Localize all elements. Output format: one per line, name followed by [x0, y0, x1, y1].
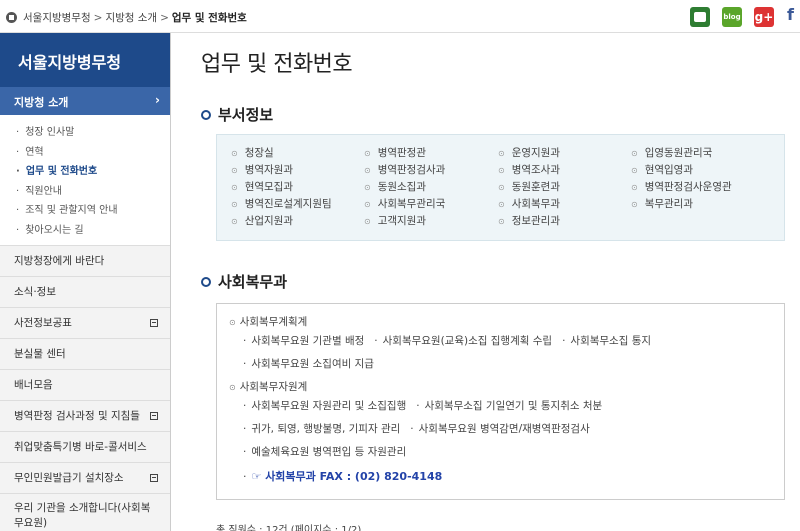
menu-label: 취업맞춤특기병 바로-콜서비스: [14, 441, 147, 453]
bullet-ring-icon: [201, 109, 211, 120]
department-link[interactable]: 동원훈련과: [498, 179, 560, 194]
department-list: 청장실 병역판정관 운영지원과 입영동원관리국 병역자원과 병역판정검사과 병역…: [216, 134, 785, 241]
department-link[interactable]: 사회복무과: [498, 196, 560, 211]
department-link[interactable]: 병역진로설계지원팀: [231, 196, 332, 211]
department-link[interactable]: 운영지원과: [498, 145, 560, 160]
breadcrumb-item-intro[interactable]: 지방청 소개: [105, 10, 157, 25]
breadcrumb-separator: >: [93, 11, 103, 24]
breadcrumb: 서울지방병무청 > 지방청 소개 > 업무 및 전화번호: [6, 10, 247, 25]
top-bar: 서울지방병무청 > 지방청 소개 > 업무 및 전화번호 blog g+ f: [0, 0, 800, 33]
section-title-social-service: 사회복무과: [201, 271, 287, 292]
menu-label: 사전정보공표: [14, 317, 72, 329]
duty-item: 귀가, 퇴영, 행방불명, 기피자 관리: [243, 423, 400, 435]
department-link[interactable]: 산업지원과: [231, 213, 293, 228]
submenu-item-current[interactable]: 업무 및 전화번호: [16, 162, 170, 182]
sidebar: 서울지방병무청 지방청 소개 › 청장 인사말 연혁 업무 및 전화번호 직원안…: [0, 33, 171, 531]
menu-label: 분실물 센터: [14, 348, 66, 360]
duty-item: 사회복무요원(교육)소집 집행계획 수립: [374, 335, 552, 347]
department-link[interactable]: 동원소집과: [364, 179, 426, 194]
page-title: 업무 및 전화번호: [201, 52, 353, 77]
section-title-departments: 부서정보: [201, 104, 273, 125]
sidebar-item-active[interactable]: 지방청 소개 ›: [0, 87, 170, 115]
expand-icon[interactable]: [150, 474, 158, 482]
fax-text: ☞ 사회복무과 FAX : (02) 820-4148: [251, 470, 443, 483]
duty-line: 예술체육요원 병역편입 등 자원관리: [243, 444, 416, 459]
duty-item: 사회복무소집 기일연기 및 통지취소 처분: [416, 400, 602, 412]
bullet-ring-icon: [201, 276, 211, 287]
menu-label: 병역판정 검사과정 및 지침들: [14, 410, 140, 422]
google-plus-icon[interactable]: g+: [754, 7, 774, 27]
menu-label: 배너모음: [14, 379, 53, 391]
duty-line: 사회복무요원 기관별 배정 사회복무요원(교육)소집 집행계획 수립 사회복무소집 …: [243, 333, 661, 348]
sidebar-menu-item[interactable]: 배너모음: [0, 369, 170, 400]
duty-info-box: 사회복무계획계 사회복무요원 기관별 배정 사회복무요원(교육)소집 집행계획 수…: [216, 303, 785, 500]
submenu-item[interactable]: 직원안내: [16, 182, 170, 202]
department-link[interactable]: 사회복무관리국: [364, 196, 446, 211]
duty-line: 귀가, 퇴영, 행방불명, 기피자 관리 사회복무요원 병역감면/재병역판정검사: [243, 421, 600, 436]
chevron-right-icon: ›: [155, 93, 160, 107]
sidebar-title: 서울지방병무청: [0, 33, 170, 87]
submenu-item[interactable]: 청장 인사말: [16, 123, 170, 143]
sidebar-menu-item[interactable]: 사전정보공표: [0, 307, 170, 338]
duty-line: 사회복무요원 소집여비 지급: [243, 356, 384, 371]
department-link[interactable]: 병역판정관: [364, 145, 426, 160]
department-link[interactable]: 병역판정검사과: [364, 162, 446, 177]
home-icon[interactable]: [6, 12, 17, 23]
facebook-icon[interactable]: f: [787, 5, 800, 25]
sidebar-menu-item[interactable]: 우리 기관을 소개합니다(사회복무요원): [0, 493, 170, 531]
expand-icon[interactable]: [150, 412, 158, 420]
department-link[interactable]: 복무관리과: [631, 196, 693, 211]
fax-number: · ☞ 사회복무과 FAX : (02) 820-4148: [243, 468, 442, 484]
duty-item: 사회복무요원 자원관리 및 소집집행: [243, 400, 406, 412]
sidebar-menu-item[interactable]: 지방청장에게 바란다: [0, 245, 170, 276]
department-link[interactable]: 정보관리과: [498, 213, 560, 228]
duty-item: 사회복무요원 병역감면/재병역판정검사: [410, 423, 589, 435]
duty-item: 사회복무요원 소집여비 지급: [243, 358, 374, 370]
message-icon[interactable]: [690, 7, 710, 27]
duty-group-title: 사회복무계획계: [229, 314, 308, 329]
breadcrumb-separator: >: [160, 11, 169, 24]
department-link[interactable]: 병역조사과: [498, 162, 560, 177]
bullet-dot: ·: [243, 470, 247, 483]
department-link[interactable]: 병역판정검사운영관: [631, 179, 732, 194]
duty-item: 사회복무소집 통지: [562, 335, 651, 347]
main-content: 업무 및 전화번호 부서정보 청장실 병역판정관 운영지원과 입영동원관리국 병…: [201, 33, 800, 291]
sidebar-menu-item[interactable]: 병역판정 검사과정 및 지침들: [0, 400, 170, 431]
menu-label: 소식·정보: [14, 286, 56, 298]
menu-label: 지방청장에게 바란다: [14, 255, 105, 267]
department-link[interactable]: 고객지원과: [364, 213, 426, 228]
duty-line: 사회복무요원 자원관리 및 소집집행 사회복무소집 기일연기 및 통지취소 처분: [243, 398, 612, 413]
department-link[interactable]: 병역자원과: [231, 162, 293, 177]
sidebar-item-label: 지방청 소개: [14, 96, 69, 109]
sidebar-menu-item[interactable]: 소식·정보: [0, 276, 170, 307]
page-count-note: 총 직원수 : 12건 (페이지수 : 1/2): [216, 525, 362, 531]
department-link[interactable]: 입영동원관리국: [631, 145, 713, 160]
section-title-text: 사회복무과: [218, 273, 288, 291]
blog-icon[interactable]: blog: [722, 7, 742, 27]
duty-group-title: 사회복무자원계: [229, 379, 308, 394]
sidebar-menu-item[interactable]: 취업맞춤특기병 바로-콜서비스: [0, 431, 170, 462]
department-link[interactable]: 현역모집과: [231, 179, 293, 194]
department-link[interactable]: 청장실: [231, 145, 274, 160]
menu-label: 우리 기관을 소개합니다(사회복무요원): [14, 502, 151, 529]
duty-item: 예술체육요원 병역편입 등 자원관리: [243, 446, 406, 458]
section-title-text: 부서정보: [218, 106, 274, 124]
sidebar-submenu: 청장 인사말 연혁 업무 및 전화번호 직원안내 조직 및 관할지역 안내 찾아…: [0, 115, 170, 245]
breadcrumb-item-current: 업무 및 전화번호: [171, 12, 247, 24]
submenu-item[interactable]: 찾아오시는 길: [16, 221, 170, 241]
submenu-item[interactable]: 조직 및 관할지역 안내: [16, 201, 170, 221]
sidebar-menu-item[interactable]: 무인민원발급기 설치장소: [0, 462, 170, 493]
submenu-item[interactable]: 연혁: [16, 143, 170, 163]
department-link[interactable]: 현역입영과: [631, 162, 693, 177]
duty-item: 사회복무요원 기관별 배정: [243, 335, 364, 347]
expand-icon[interactable]: [150, 319, 158, 327]
sidebar-menu-item[interactable]: 분실물 센터: [0, 338, 170, 369]
menu-label: 무인민원발급기 설치장소: [14, 472, 124, 484]
breadcrumb-item-home[interactable]: 서울지방병무청: [23, 10, 91, 25]
